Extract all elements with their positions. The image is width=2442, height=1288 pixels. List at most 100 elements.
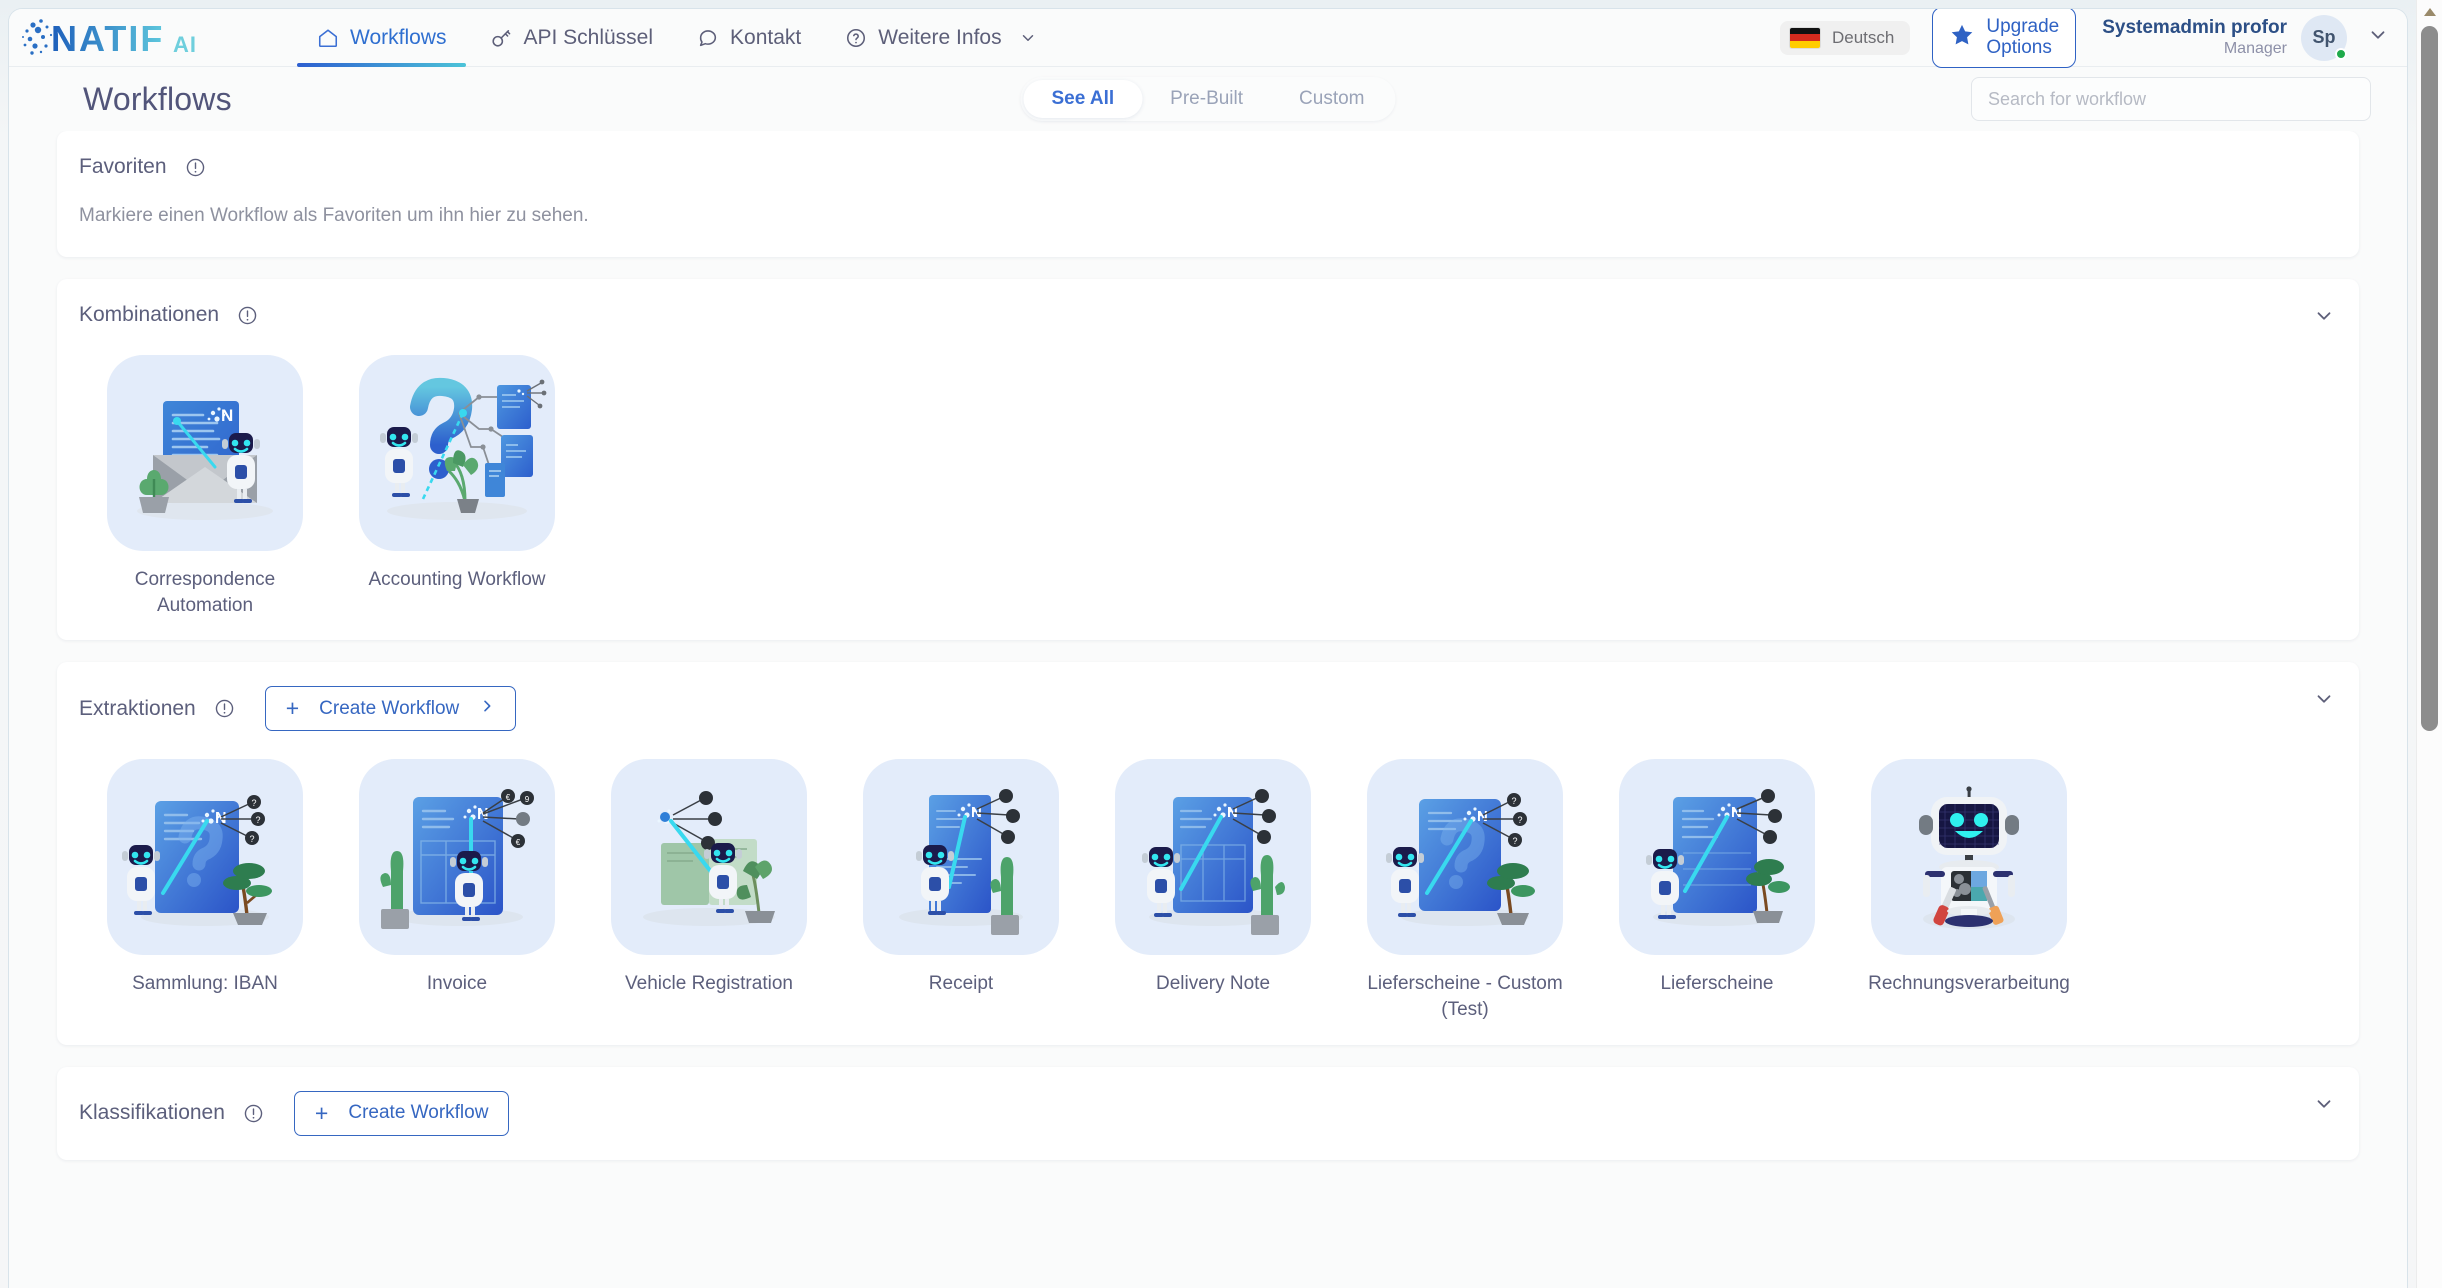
nav-label: Kontakt xyxy=(730,25,802,49)
workflow-filter-tabs: See All Pre-Built Custom xyxy=(1020,77,1396,121)
natif-ai-logo[interactable]: NATIF AI xyxy=(21,9,241,67)
section-klassifikationen: Klassifikationen + Create Workflow xyxy=(57,1066,2359,1160)
info-icon[interactable] xyxy=(214,698,235,719)
document-question-robot-art: N ? ? ? xyxy=(107,759,303,956)
receipt-robot-art: N xyxy=(863,759,1059,956)
search-input[interactable] xyxy=(1971,77,2371,121)
home-icon xyxy=(317,27,339,49)
avatar[interactable]: Sp xyxy=(2301,14,2347,61)
user-menu[interactable]: Systemadmin profor Manager Sp xyxy=(2102,14,2389,61)
create-workflow-button-klassifikationen[interactable]: + Create Workflow xyxy=(293,1090,510,1136)
section-title: Extraktionen xyxy=(79,696,196,720)
question-mark-flow-robot-art xyxy=(359,355,555,551)
tile-label: Invoice xyxy=(426,973,488,995)
chat-bubble-icon xyxy=(697,27,719,49)
workflow-tile-delivery-note[interactable]: N Delivery Note xyxy=(1087,759,1339,1022)
app-page: NATIF AI Workflows API Schlüssel Kontakt… xyxy=(0,0,2442,1288)
user-role: Manager xyxy=(2223,40,2287,58)
kombinationen-tile-grid: N Correspondence Automation Accounting W… xyxy=(57,327,2359,640)
top-navigation-bar: NATIF AI Workflows API Schlüssel Kontakt… xyxy=(9,9,2407,69)
section-collapse-toggle[interactable] xyxy=(2313,305,2335,332)
tile-label: Accounting Workflow xyxy=(368,569,546,590)
workflow-tile-invoice[interactable]: N € 9 € Invoice xyxy=(331,759,583,1022)
user-name: Systemadmin profor xyxy=(2102,16,2287,38)
svg-text:N: N xyxy=(221,406,233,425)
plus-icon: + xyxy=(285,695,300,722)
upgrade-line-2: Options xyxy=(1986,36,2052,58)
status-online-dot xyxy=(2335,47,2347,60)
chevron-down-icon[interactable] xyxy=(2367,24,2389,51)
language-label: Deutsch xyxy=(1831,27,1895,47)
robot-tools-art xyxy=(1871,759,2067,956)
tile-label: Lieferscheine - Custom (Test) xyxy=(1367,973,1563,1020)
section-kombinationen: Kombinationen N Correspondence Automatio… xyxy=(57,279,2359,641)
workflow-tile-vehicle-registration[interactable]: Vehicle Registration xyxy=(583,759,835,1022)
workflow-tile-rechnungsverarbeitung[interactable]: Rechnungsverarbeitung xyxy=(1843,759,2095,1022)
svg-text:N: N xyxy=(477,806,489,823)
avatar-initials: Sp xyxy=(2312,27,2336,47)
section-collapse-toggle[interactable] xyxy=(2313,688,2335,715)
chevron-down-icon xyxy=(1017,27,1039,49)
star-icon xyxy=(1949,22,1975,54)
tab-see-all[interactable]: See All xyxy=(1023,80,1143,118)
tab-pre-built[interactable]: Pre-Built xyxy=(1142,80,1271,118)
nav-item-api-keys[interactable]: API Schlüssel xyxy=(468,9,675,67)
tile-label: Delivery Note xyxy=(1155,973,1271,995)
workflows-content: Favoriten Markiere einen Workflow als Fa… xyxy=(9,131,2407,1288)
key-icon xyxy=(490,27,512,49)
upgrade-options-button[interactable]: Upgrade Options xyxy=(1932,9,2077,69)
workflow-tile-accounting-workflow[interactable]: Accounting Workflow xyxy=(331,355,583,618)
section-header: Extraktionen + Create Workflow xyxy=(57,662,2359,732)
scrollbar-thumb[interactable] xyxy=(2421,26,2438,731)
tile-label: Correspondence Automation xyxy=(134,569,276,616)
primary-nav-list: Workflows API Schlüssel Kontakt Weitere … xyxy=(295,9,1061,67)
workflow-tile-lieferscheine-custom-test[interactable]: N ? ? ? Lieferscheine - Custom (Test) xyxy=(1339,759,1591,1022)
page-subheader: Workflows See All Pre-Built Custom xyxy=(9,67,2407,131)
chevron-right-icon xyxy=(479,698,495,720)
logo-mark-icon: NATIF AI xyxy=(22,18,197,59)
plus-icon: + xyxy=(314,1099,329,1126)
section-title: Kombinationen xyxy=(79,303,220,326)
question-circle-icon xyxy=(845,27,867,49)
nav-label: API Schlüssel xyxy=(523,25,654,49)
section-title: Klassifikationen xyxy=(79,1101,225,1125)
svg-text:N: N xyxy=(1477,808,1488,825)
svg-text:?: ? xyxy=(1511,796,1516,806)
tile-label: Sammlung: IBAN xyxy=(132,973,278,995)
document-green-robot-art xyxy=(611,759,807,956)
nav-item-kontakt[interactable]: Kontakt xyxy=(675,9,823,67)
svg-text:?: ? xyxy=(249,834,254,844)
nav-label: Workflows xyxy=(350,25,447,49)
scroll-up-arrow-icon[interactable] xyxy=(2417,2,2442,22)
svg-text:€: € xyxy=(506,793,511,802)
section-header: Kombinationen xyxy=(57,279,2359,327)
svg-text:NATIF: NATIF xyxy=(51,18,164,59)
extraktionen-tile-grid: N ? ? ? Sammlung: IBAN N € 9 € Invoice V… xyxy=(57,731,2359,1044)
info-icon[interactable] xyxy=(243,1103,264,1124)
tab-custom[interactable]: Custom xyxy=(1271,80,1392,118)
workflow-tile-lieferscheine[interactable]: N Lieferscheine xyxy=(1591,759,1843,1022)
svg-text:9: 9 xyxy=(525,795,530,804)
nav-item-weitere-infos[interactable]: Weitere Infos xyxy=(823,9,1060,67)
workflow-tile-receipt[interactable]: N Receipt xyxy=(835,759,1087,1022)
section-title: Favoriten xyxy=(79,155,167,178)
document-question-robot-art: N ? ? ? xyxy=(1367,759,1563,956)
info-icon[interactable] xyxy=(237,305,258,326)
create-workflow-label: Create Workflow xyxy=(319,697,460,719)
page-scrollbar[interactable] xyxy=(2416,0,2442,1288)
app-window: NATIF AI Workflows API Schlüssel Kontakt… xyxy=(8,8,2408,1288)
language-selector[interactable]: Deutsch xyxy=(1779,20,1911,55)
workflow-tile-sammlung-iban[interactable]: N ? ? ? Sammlung: IBAN xyxy=(79,759,331,1022)
info-icon[interactable] xyxy=(185,157,206,178)
workflow-tile-correspondence-automation[interactable]: N Correspondence Automation xyxy=(79,355,331,618)
nav-item-workflows[interactable]: Workflows xyxy=(295,9,468,67)
svg-text:?: ? xyxy=(1512,836,1517,846)
upgrade-line-1: Upgrade xyxy=(1986,15,2060,37)
svg-text:?: ? xyxy=(255,815,260,825)
svg-text:AI: AI xyxy=(173,32,197,57)
document-robot-art: N xyxy=(1619,759,1815,956)
section-collapse-toggle[interactable] xyxy=(2313,1093,2335,1120)
favoriten-empty-text: Markiere einen Workflow als Favoriten um… xyxy=(79,205,589,226)
create-workflow-button-extraktionen[interactable]: + Create Workflow xyxy=(264,686,517,732)
de-flag-icon xyxy=(1789,27,1820,48)
